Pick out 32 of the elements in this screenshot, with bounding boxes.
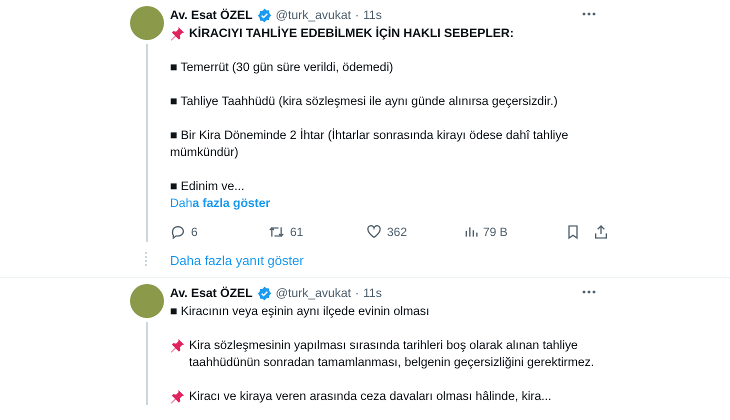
paragraph-text: Kira sözleşmesinin yapılması sırasında tarihleri boş olarak alınan tahliye taahhüdünün sonradan tamamlanması, belgenin geçersizliğini gerektirmez. — [189, 337, 596, 371]
author-name[interactable]: Av. Esat ÖZEL — [170, 8, 253, 22]
author-name[interactable]: Av. Esat ÖZEL — [170, 286, 253, 300]
paragraph-text: ■ Bir Kira Döneminde 2 İhtar (İhtarlar sonrasında kirayı ödese dahî tahliye mümkündür) — [170, 127, 570, 161]
author-handle[interactable]: @turk_avukat — [276, 8, 351, 22]
pushpin-icon — [170, 389, 185, 404]
speech-bubble-icon[interactable] — [170, 224, 186, 240]
more-options-icon[interactable] — [582, 290, 596, 294]
paragraph-text: ■ Tahliye Taahhüdü (kira sözleşmesi ile aynı günde alınırsa geçersizdir.) — [170, 93, 558, 110]
bookmark-icon[interactable] — [566, 224, 580, 240]
paragraph-text: ■ Edinim ve... — [170, 178, 244, 195]
more-options-icon[interactable] — [582, 12, 596, 16]
heading-text: KİRACIYI TAHLİYE EDEBİLMEK İÇİN HAKLI SEBEPLER: — [189, 25, 514, 42]
post-time[interactable]: 11s — [363, 8, 382, 22]
count-text: 362 — [387, 225, 408, 239]
avatar-photo[interactable] — [130, 284, 164, 318]
share-icon[interactable] — [593, 224, 609, 240]
pushpin-icon — [170, 338, 185, 353]
post-time[interactable]: 11s — [363, 286, 382, 300]
paragraph-text: Kiracı ve kiraya veren arasında ceza davaları olması hâlinde, kira... — [189, 388, 552, 405]
count-text: 79 B — [483, 225, 508, 239]
heart-icon[interactable] — [366, 224, 382, 240]
count-text: 6 — [191, 225, 198, 239]
author-handle[interactable]: @turk_avukat — [276, 286, 351, 300]
paragraph-text: ■ Kiracının veya eşinin aynı ilçede evinin olması — [170, 303, 430, 320]
pushpin-icon — [170, 26, 185, 41]
avatar-photo[interactable] — [130, 6, 164, 40]
dot-separator: · — [355, 286, 360, 300]
count-text: 61 — [290, 225, 304, 239]
paragraph-text: ■ Temerrüt (30 gün süre verildi, ödemedi) — [170, 59, 394, 76]
dot-separator: · — [355, 8, 360, 22]
repost-icon[interactable] — [268, 224, 285, 240]
